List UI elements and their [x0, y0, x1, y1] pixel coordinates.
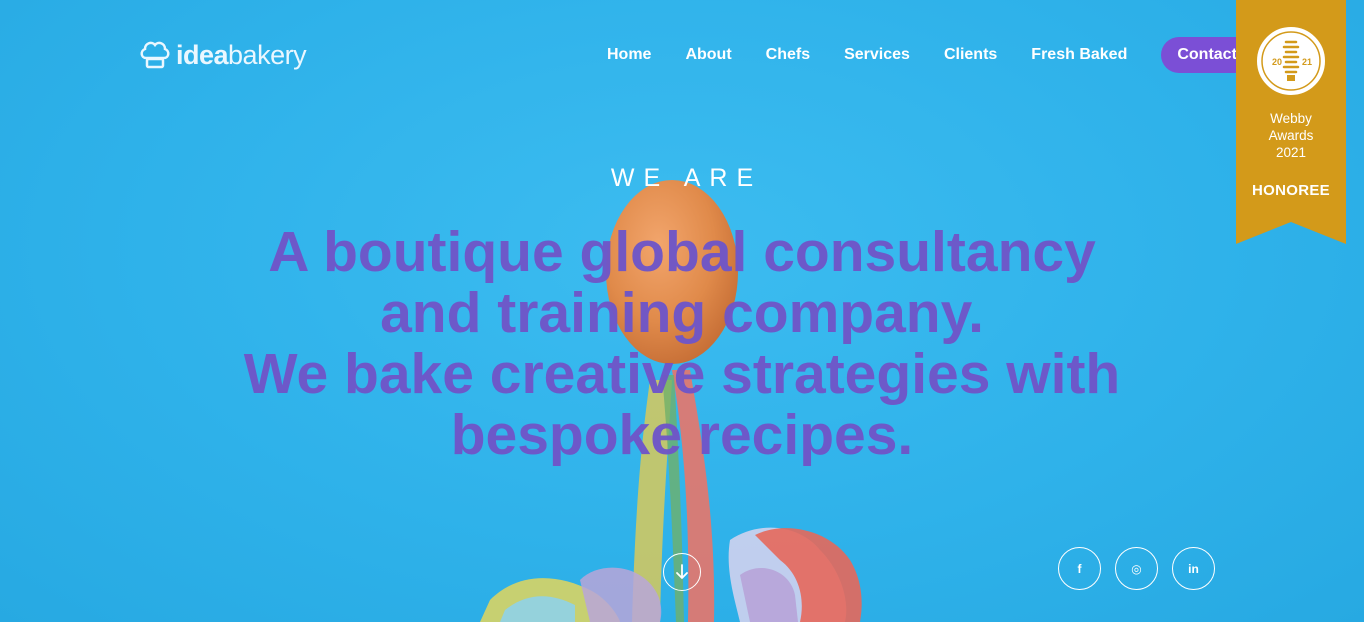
- logo-text: ideabakery: [176, 39, 307, 71]
- award-name-line1: Webby: [1270, 111, 1312, 126]
- headline-line-2: and training company.: [380, 281, 984, 345]
- nav-chefs[interactable]: Chefs: [749, 38, 827, 72]
- brand-logo[interactable]: ideabakery: [138, 38, 307, 72]
- chef-hat-icon: [138, 38, 172, 72]
- award-year-right: 21: [1302, 57, 1312, 67]
- facebook-icon[interactable]: f: [1058, 547, 1101, 590]
- scroll-down-button[interactable]: [663, 553, 701, 591]
- nav-services[interactable]: Services: [827, 38, 927, 72]
- nav-home[interactable]: Home: [590, 38, 668, 72]
- hero-eyebrow: WE ARE: [610, 164, 763, 192]
- hero-headline: A boutique global consultancy and traini…: [0, 222, 1364, 466]
- logo-text-bold: idea: [176, 39, 229, 70]
- arrow-down-icon: [676, 564, 688, 579]
- headline-line-4: bespoke recipes.: [450, 403, 914, 467]
- social-links: f ◎ in: [1058, 547, 1215, 590]
- linkedin-icon[interactable]: in: [1172, 547, 1215, 590]
- main-nav: Home About Chefs Services Clients Fresh …: [590, 37, 1253, 73]
- headline-line-3: We bake creative strategies with: [243, 342, 1121, 406]
- logo-text-light: bakery: [228, 39, 307, 70]
- award-name: Webby Awards 2021: [1236, 110, 1346, 161]
- award-year-left: 20: [1272, 57, 1282, 67]
- nav-about[interactable]: About: [668, 38, 748, 72]
- award-name-line3: 2021: [1275, 145, 1307, 160]
- award-name-line2: Awards: [1268, 128, 1314, 143]
- nav-fresh-baked[interactable]: Fresh Baked: [1014, 38, 1144, 72]
- instagram-icon[interactable]: ◎: [1115, 547, 1158, 590]
- nav-clients[interactable]: Clients: [927, 38, 1014, 72]
- headline-line-1: A boutique global consultancy: [268, 220, 1096, 284]
- webby-badge-icon: 20 21: [1256, 26, 1326, 96]
- webby-award-ribbon[interactable]: 20 21 Webby Awards 2021 HONOREE: [1236, 0, 1346, 244]
